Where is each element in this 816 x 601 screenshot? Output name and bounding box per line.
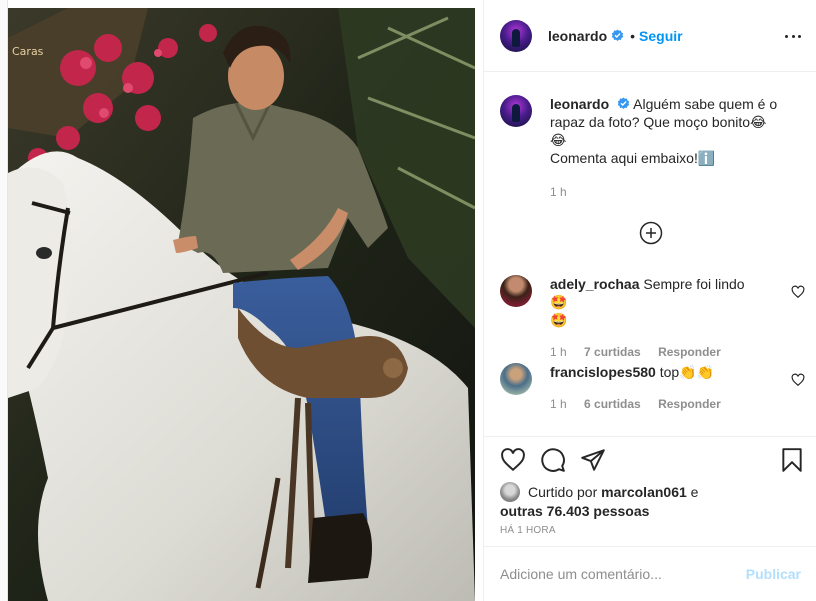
verified-badge-icon: [617, 97, 630, 109]
liked-by-prefix: Curtido por: [528, 484, 598, 500]
comment-icon[interactable]: [540, 447, 566, 473]
comment-item: adely_rochaa Sempre foi lindo🤩 🤩 1 h 7 c…: [500, 275, 805, 361]
heart-icon[interactable]: [791, 285, 805, 299]
heart-icon[interactable]: [791, 373, 805, 387]
caption-author-avatar[interactable]: [500, 95, 532, 127]
liked-by-others[interactable]: outras 76.403 pessoas: [500, 503, 649, 519]
like-heart-icon[interactable]: [500, 447, 526, 473]
publish-button[interactable]: Publicar: [746, 566, 801, 582]
page-edge: [0, 0, 8, 601]
comment-time[interactable]: 1 h: [550, 397, 567, 411]
caption-author-username[interactable]: leonardo: [550, 96, 609, 112]
verified-badge-icon: [611, 29, 624, 41]
comment-likes[interactable]: 7 curtidas: [584, 345, 641, 359]
instagram-post: Caras leonardo • Seguir leonardo Alguém …: [0, 0, 816, 601]
liker-avatar[interactable]: [500, 482, 520, 502]
more-options-icon[interactable]: [785, 28, 801, 44]
magazine-watermark: Caras: [12, 45, 44, 58]
reply-button[interactable]: Responder: [658, 345, 721, 359]
comment-input[interactable]: [500, 566, 746, 582]
follow-button[interactable]: Seguir: [639, 28, 683, 44]
author-avatar[interactable]: [500, 19, 532, 52]
author-username[interactable]: leonardo: [548, 28, 607, 44]
post-header: leonardo • Seguir: [484, 0, 816, 72]
post-sidebar: leonardo • Seguir leonardo Alguém sabe q…: [483, 0, 816, 601]
comment-item: francislopes580 top👏👏 1 h 6 curtidas Res…: [500, 363, 805, 413]
commenter-avatar[interactable]: [500, 275, 532, 307]
commenter-avatar[interactable]: [500, 363, 532, 395]
add-comment-bar: Publicar: [484, 546, 816, 601]
comment-meta: 1 h 6 curtidas Responder: [550, 395, 760, 413]
post-caption: leonardo Alguém sabe quem é o rapaz da f…: [500, 95, 800, 201]
comment-likes[interactable]: 6 curtidas: [584, 397, 641, 411]
commenter-username[interactable]: adely_rochaa: [550, 276, 640, 292]
comment-meta: 1 h 7 curtidas Responder: [550, 343, 760, 361]
share-icon[interactable]: [580, 447, 606, 473]
load-more-comments-icon[interactable]: [639, 221, 663, 245]
post-photo[interactable]: Caras: [8, 8, 475, 601]
likes-summary: Curtido por marcolan061 e outras 76.403 …: [500, 482, 740, 520]
horse-rider-photo: Caras: [8, 8, 475, 601]
post-actions: Curtido por marcolan061 e outras 76.403 …: [484, 436, 816, 546]
liked-by-user[interactable]: marcolan061: [601, 484, 687, 500]
commenter-username[interactable]: francislopes580: [550, 364, 656, 380]
separator-dot: •: [630, 27, 636, 44]
post-timestamp[interactable]: HÁ 1 HORA: [500, 525, 556, 536]
comment-content: adely_rochaa Sempre foi lindo🤩 🤩 1 h 7 c…: [550, 275, 760, 361]
liked-by-joiner: e: [690, 484, 699, 500]
comment-text: top👏👏: [659, 364, 715, 380]
save-bookmark-icon[interactable]: [779, 447, 805, 473]
caption-content: leonardo Alguém sabe quem é o rapaz da f…: [550, 95, 780, 201]
comment-content: francislopes580 top👏👏 1 h 6 curtidas Res…: [550, 363, 760, 413]
comments-section: leonardo Alguém sabe quem é o rapaz da f…: [484, 73, 816, 436]
comment-time[interactable]: 1 h: [550, 345, 567, 359]
caption-time[interactable]: 1 h: [550, 183, 780, 201]
reply-button[interactable]: Responder: [658, 397, 721, 411]
